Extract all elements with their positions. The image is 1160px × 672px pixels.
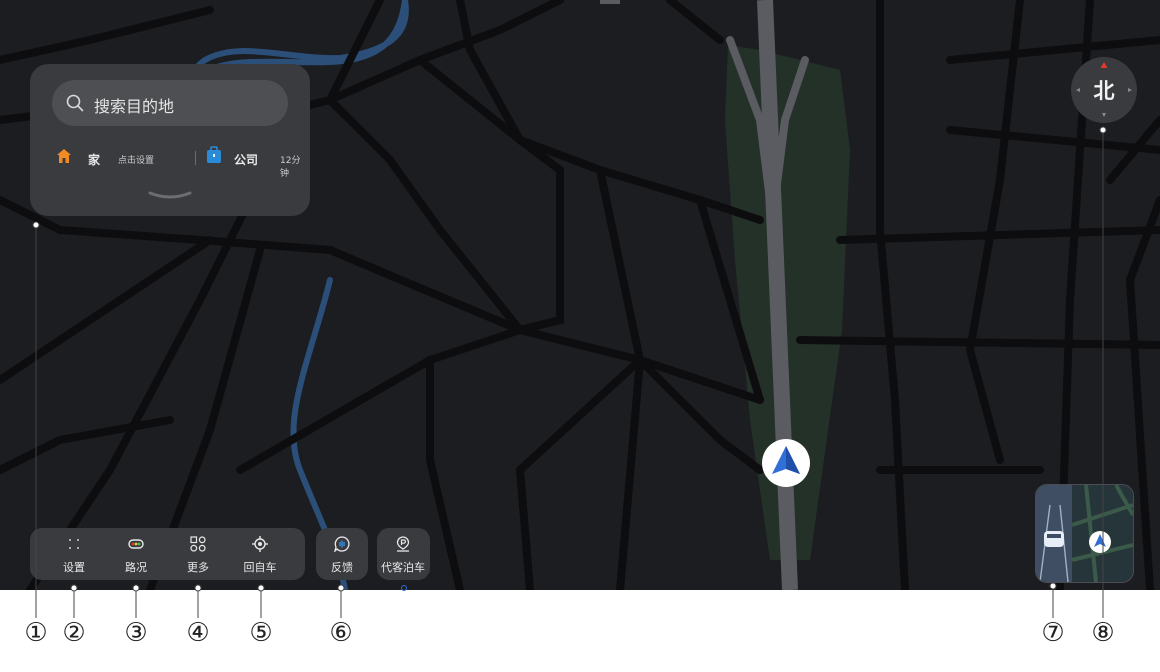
callout-lines — [32, 126, 1107, 618]
callout-1: ① — [24, 618, 48, 648]
callout-2: ② — [62, 618, 86, 648]
callout-4: ④ — [186, 618, 210, 648]
callout-3: ③ — [124, 618, 148, 648]
callout-7: ⑦ — [1041, 618, 1065, 648]
callout-8: ⑧ — [1091, 618, 1115, 648]
callout-6: ⑥ — [329, 618, 353, 648]
callout-5: ⑤ — [249, 618, 273, 648]
